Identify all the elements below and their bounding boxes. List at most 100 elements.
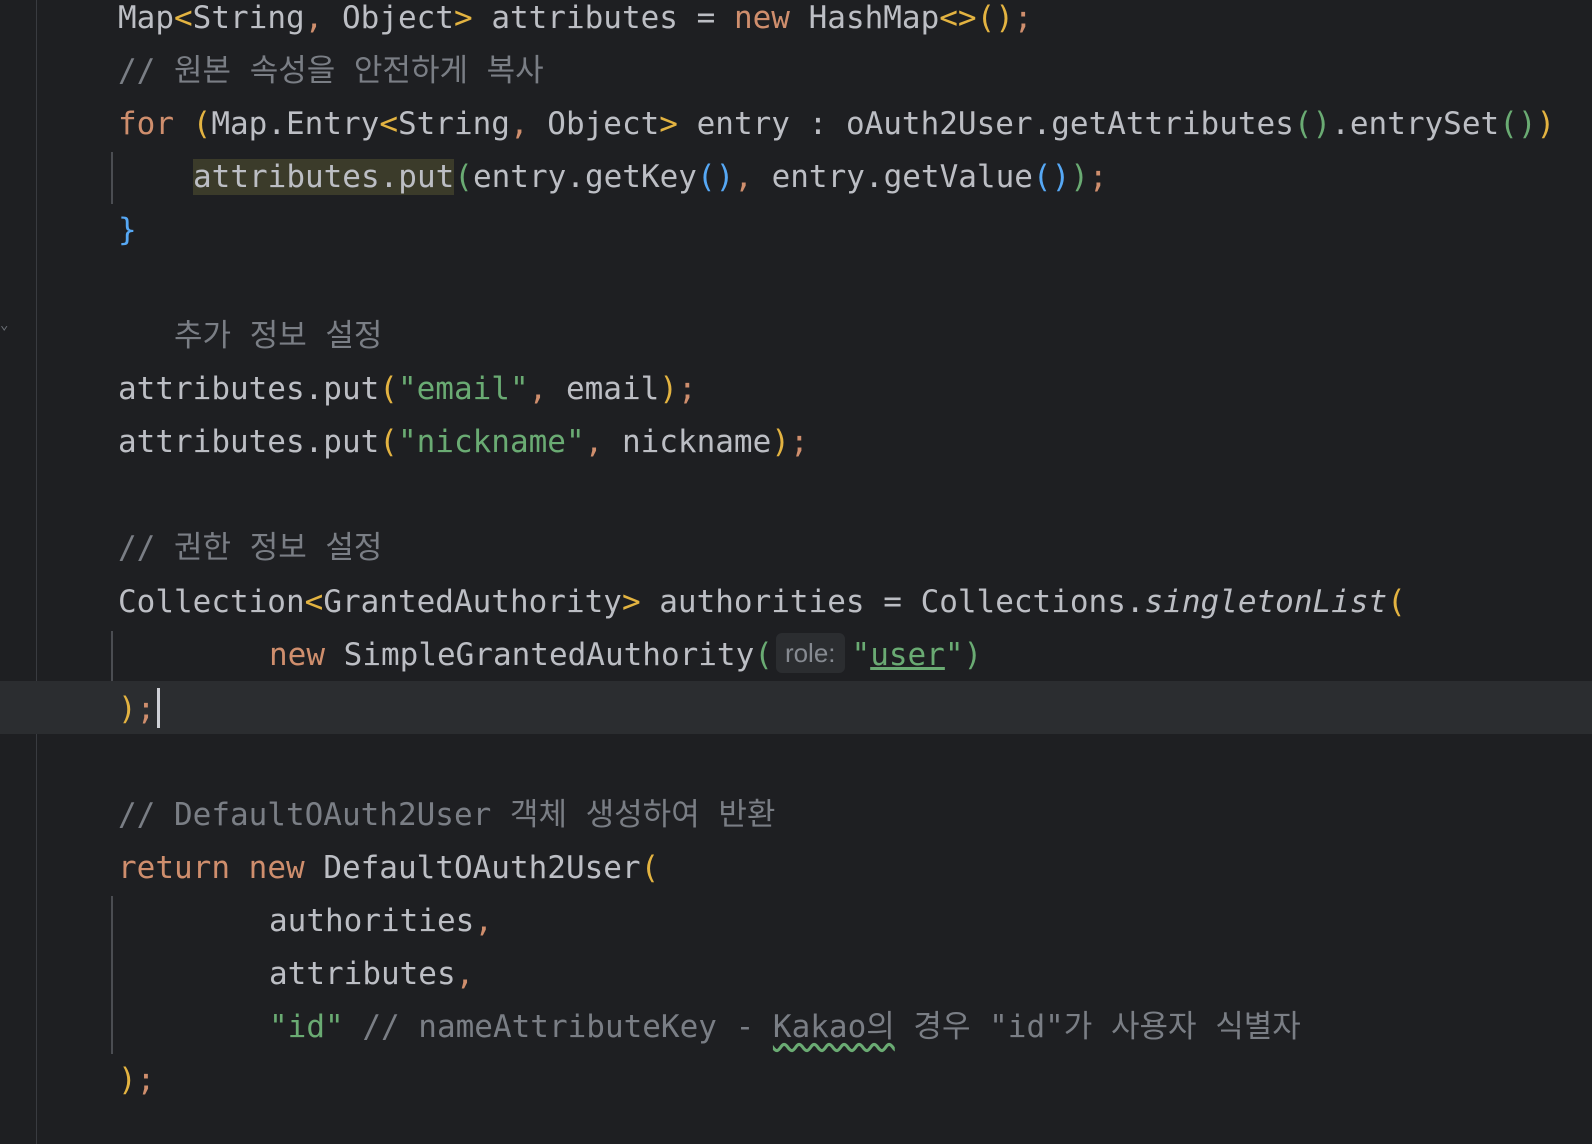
token: entry.getKey: [472, 159, 697, 195]
comment: 경우 "id"가 사용자 식별자: [894, 1009, 1301, 1045]
string-literal: "email": [397, 371, 529, 407]
parameter-hint[interactable]: role:: [775, 633, 845, 673]
static-method: singletonList: [1144, 584, 1388, 620]
string-literal: "id": [269, 1009, 344, 1045]
token: >: [659, 106, 678, 142]
comment: // 권한 정보 설정: [118, 530, 383, 566]
token: authorities: [269, 903, 475, 939]
token: ;: [677, 371, 697, 407]
keyword-new: new: [733, 0, 790, 36]
token: (): [1032, 159, 1071, 195]
token: ): [118, 691, 137, 727]
token: email: [547, 371, 660, 407]
token: String: [192, 0, 305, 36]
comment: 추가 정보 설정: [174, 318, 383, 354]
token: DefaultOAuth2User: [304, 850, 641, 886]
token: Object: [528, 106, 660, 142]
current-line-highlight: [0, 681, 1592, 734]
comment: // DefaultOAuth2User 객체 생성하여 반환: [118, 797, 776, 833]
token: attributes.put: [118, 371, 380, 407]
token: String: [397, 106, 510, 142]
typo-warning-word[interactable]: Kakao의: [773, 1009, 895, 1045]
code-line-14[interactable]: );: [118, 683, 161, 736]
token: ,: [528, 371, 548, 407]
token: ;: [1088, 159, 1108, 195]
token: ): [963, 637, 983, 673]
token: entry : oAuth2User.getAttributes: [677, 106, 1294, 142]
token: ,: [455, 956, 475, 992]
token: ): [1536, 106, 1556, 142]
token: GrantedAuthority: [323, 584, 622, 620]
code-line-12[interactable]: Collection<GrantedAuthority> authorities…: [118, 576, 1406, 629]
text-caret: [157, 688, 161, 728]
code-line-13[interactable]: new SimpleGrantedAuthority(role: "user"): [269, 629, 982, 682]
token: ,: [734, 159, 753, 195]
code-line-1[interactable]: Map<String, Object> attributes = new Has…: [118, 0, 1033, 45]
token: SimpleGrantedAuthority: [325, 637, 755, 673]
code-line-19[interactable]: attributes,: [269, 948, 474, 1001]
token: ;: [1013, 0, 1033, 36]
token: attributes.put: [118, 424, 380, 460]
token: <: [379, 106, 398, 142]
token: attributes: [269, 956, 456, 992]
indent-guide: [111, 896, 113, 1054]
string-literal: "nickname": [397, 424, 585, 460]
string-literal: user: [870, 637, 945, 673]
code-line-11[interactable]: // 권한 정보 설정: [118, 522, 382, 575]
token: (): [1293, 106, 1332, 142]
token: (: [379, 371, 398, 407]
code-line-9[interactable]: attributes.put("nickname", nickname);: [118, 416, 809, 469]
fold-marker-icon[interactable]: ⌄: [0, 318, 8, 332]
comment: // 원본 속성을 안전하게 복사: [118, 53, 544, 89]
code-line-21[interactable]: );: [118, 1054, 155, 1107]
token: ,: [584, 424, 604, 460]
token: <: [174, 0, 193, 36]
token: ": [851, 637, 871, 673]
code-line-16[interactable]: // DefaultOAuth2User 객체 생성하여 반환: [118, 789, 775, 842]
code-line-3[interactable]: for (Map.Entry<String, Object> entry : o…: [118, 98, 1555, 151]
token: (: [1387, 584, 1406, 620]
token: (): [1499, 106, 1537, 142]
token: HashMap: [789, 0, 940, 36]
token: ): [659, 371, 678, 407]
token: authorities = Collections.: [640, 584, 1145, 620]
token: (): [976, 0, 1014, 36]
code-editor[interactable]: ⌄ Map<String, Object> attributes = new H…: [0, 0, 1592, 1144]
gutter-divider: [36, 0, 37, 1144]
token: ,: [509, 106, 529, 142]
token: ): [118, 1062, 137, 1098]
indent-guide: [111, 631, 113, 681]
code-line-4[interactable]: attributes.put(entry.getKey(), entry.get…: [193, 151, 1108, 204]
keyword-return: return: [118, 850, 230, 886]
token: ;: [136, 1062, 156, 1098]
token: ": [944, 637, 964, 673]
token: ;: [789, 424, 809, 460]
code-line-20[interactable]: "id" // nameAttributeKey - Kakao의 경우 "id…: [269, 1001, 1301, 1054]
code-line-17[interactable]: return new DefaultOAuth2User(: [118, 842, 659, 895]
token: (): [696, 159, 735, 195]
code-line-2[interactable]: // 원본 속성을 안전하게 복사: [118, 45, 544, 98]
highlighted-usage: attributes.put: [193, 159, 455, 195]
code-line-8[interactable]: attributes.put("email", email);: [118, 363, 697, 416]
token: .entrySet: [1331, 106, 1500, 142]
code-line-5[interactable]: }: [118, 204, 137, 257]
token: nickname: [603, 424, 772, 460]
token: >: [453, 0, 473, 36]
token: ;: [136, 691, 156, 727]
token: <>: [939, 0, 977, 36]
token: }: [118, 212, 137, 248]
token: (: [454, 159, 473, 195]
token: Object: [323, 0, 454, 36]
code-line-7[interactable]: 추가 정보 설정: [174, 310, 382, 363]
keyword-new: new: [248, 850, 305, 886]
indent-guide: [111, 152, 113, 204]
token: (: [640, 850, 660, 886]
token: entry.getValue: [752, 159, 1033, 195]
keyword-new: new: [269, 637, 325, 673]
token: ): [1070, 159, 1089, 195]
token: Map: [118, 0, 174, 36]
token: ): [771, 424, 790, 460]
token: ,: [474, 903, 493, 939]
code-line-18[interactable]: authorities,: [269, 895, 493, 948]
